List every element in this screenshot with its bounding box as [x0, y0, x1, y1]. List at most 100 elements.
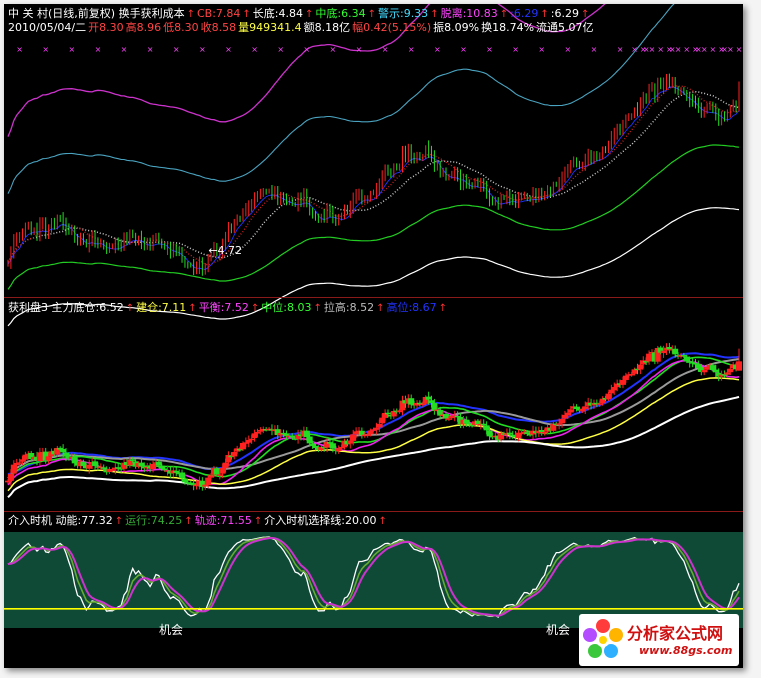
signal-x-marker: ×	[356, 45, 363, 54]
header-value: 开8.30	[88, 21, 124, 34]
up-arrow-icon: ↑	[580, 9, 590, 20]
candle-body	[538, 430, 545, 432]
candle-body	[22, 454, 29, 460]
header-value: 换18.74%	[481, 21, 535, 34]
signal-x-marker: ×	[382, 45, 389, 54]
up-arrow-icon: ↑	[367, 9, 376, 20]
candle-body	[216, 474, 223, 476]
candle-body	[100, 467, 107, 469]
candle-body	[425, 396, 432, 400]
header-value: CB:7.84	[196, 7, 241, 20]
header-value: 中底:6.34	[315, 7, 366, 20]
up-arrow-icon: ↑	[188, 303, 197, 314]
up-arrow-icon: ↑	[253, 516, 263, 527]
candle-body	[646, 353, 653, 362]
candle-body	[683, 356, 690, 362]
header-value: 振8.09%	[433, 21, 480, 34]
candle-body	[385, 412, 392, 415]
candle-body	[445, 418, 452, 420]
candle-body	[367, 430, 374, 435]
chart-canvas[interactable]: × × × × × × × × × × × × × × × × × × × × × × × × × ×× × × ×× × × ×× × × ×× ×…	[4, 4, 743, 668]
candle-body	[561, 415, 568, 419]
signal-x-marker: ×	[303, 45, 310, 54]
candle-body	[306, 436, 313, 444]
candle-body	[556, 423, 563, 425]
header-value: 额8.18亿	[303, 21, 351, 34]
candle-body	[347, 440, 354, 444]
signal-x-marker: ×	[617, 45, 624, 54]
candle-body	[582, 406, 589, 410]
header-row-quote: 2010/05/04/二 开8.30 高8.96 低8.30 收8.58 量949341.…	[8, 21, 596, 34]
signal-x-marker: ×	[649, 45, 656, 54]
candle-body	[672, 348, 679, 355]
cost-dotted-line	[7, 90, 740, 263]
candle-body	[329, 443, 336, 449]
candle-body	[486, 430, 493, 437]
candle-body	[567, 409, 574, 413]
candle-body	[251, 433, 258, 438]
chart-frame: × × × × × × × × × × × × × × × × × × × × × × × × × × × × × × × × × × × × × × × ×…	[4, 4, 743, 668]
candle-body	[181, 478, 188, 483]
candle-body	[213, 468, 220, 475]
candle-body	[86, 464, 93, 469]
header-value: 高8.96	[125, 21, 162, 34]
candle-body	[155, 461, 162, 466]
candle-body	[254, 432, 261, 434]
candle-body	[173, 470, 180, 473]
header-value: :6.29	[550, 7, 579, 20]
candle-body	[419, 403, 426, 406]
candle-body	[289, 435, 296, 438]
candle-body	[92, 461, 99, 466]
up-arrow-icon: ↑	[378, 516, 387, 527]
panel-separator-top	[4, 297, 743, 298]
candle-body	[559, 419, 566, 424]
header-value: 高位:8.67	[386, 301, 437, 314]
candle-body	[408, 398, 415, 405]
candle-body	[379, 417, 386, 424]
flower-logo-icon	[583, 619, 623, 658]
candle-body	[573, 406, 580, 409]
up-arrow-icon: ↑	[499, 9, 509, 20]
signal-x-marker: ×	[565, 45, 572, 54]
up-arrow-icon: ↑	[250, 303, 260, 314]
candle-body	[605, 393, 612, 400]
header-row-main: 中 关 村(日线,前复权) 换手获利成本 ↑ CB:7.84 ↑ 长底:4.84 ↑ 中底:…	[8, 7, 591, 21]
up-arrow-icon: ↑	[313, 303, 322, 314]
signal-x-marker: ×	[434, 45, 441, 54]
candle-body	[231, 452, 238, 457]
up-arrow-icon: ↑	[242, 9, 251, 20]
signal-x-marker: ×	[95, 45, 102, 54]
signal-x-marker: ×	[16, 45, 23, 54]
candle-body	[666, 347, 673, 350]
watermark-logo: 分析家公式网 www.88gs.com	[579, 614, 739, 666]
candle-body	[579, 409, 586, 412]
candle-body	[150, 464, 157, 470]
candle-body	[463, 419, 470, 424]
band-green-line	[7, 144, 740, 290]
candle-body	[712, 369, 719, 373]
candle-body	[80, 461, 87, 466]
candle-body	[660, 350, 667, 354]
signal-x-marker: ×	[199, 45, 206, 54]
candle-body	[60, 449, 67, 453]
candle-body	[637, 364, 644, 370]
candle-body	[208, 475, 215, 478]
signal-x-marker: ×	[736, 45, 743, 54]
watermark-title: 分析家公式网	[627, 624, 724, 643]
chance-label-left: 机会	[159, 623, 183, 637]
ma-blue-line	[7, 86, 740, 270]
candle-body	[480, 423, 487, 426]
candle-body	[219, 468, 226, 474]
candle-body	[506, 432, 513, 435]
header-value: 建仓:7.11	[136, 301, 187, 314]
candle-body	[474, 420, 481, 425]
header-value: 收8.58	[200, 21, 237, 34]
candle-body	[248, 438, 255, 441]
signal-x-marker: ×	[460, 45, 467, 54]
header-row-timing: 介入时机 动能:77.32 ↑ 运行:74.25 ↑ 轨迹:71.55 ↑ 介入时机选择线:…	[8, 514, 389, 528]
header-value: 量949341.4	[238, 21, 302, 34]
candle-body	[10, 464, 17, 474]
up-arrow-icon: ↑	[430, 9, 439, 20]
signal-x-marker: ×	[710, 45, 717, 54]
candle-body	[303, 430, 310, 437]
